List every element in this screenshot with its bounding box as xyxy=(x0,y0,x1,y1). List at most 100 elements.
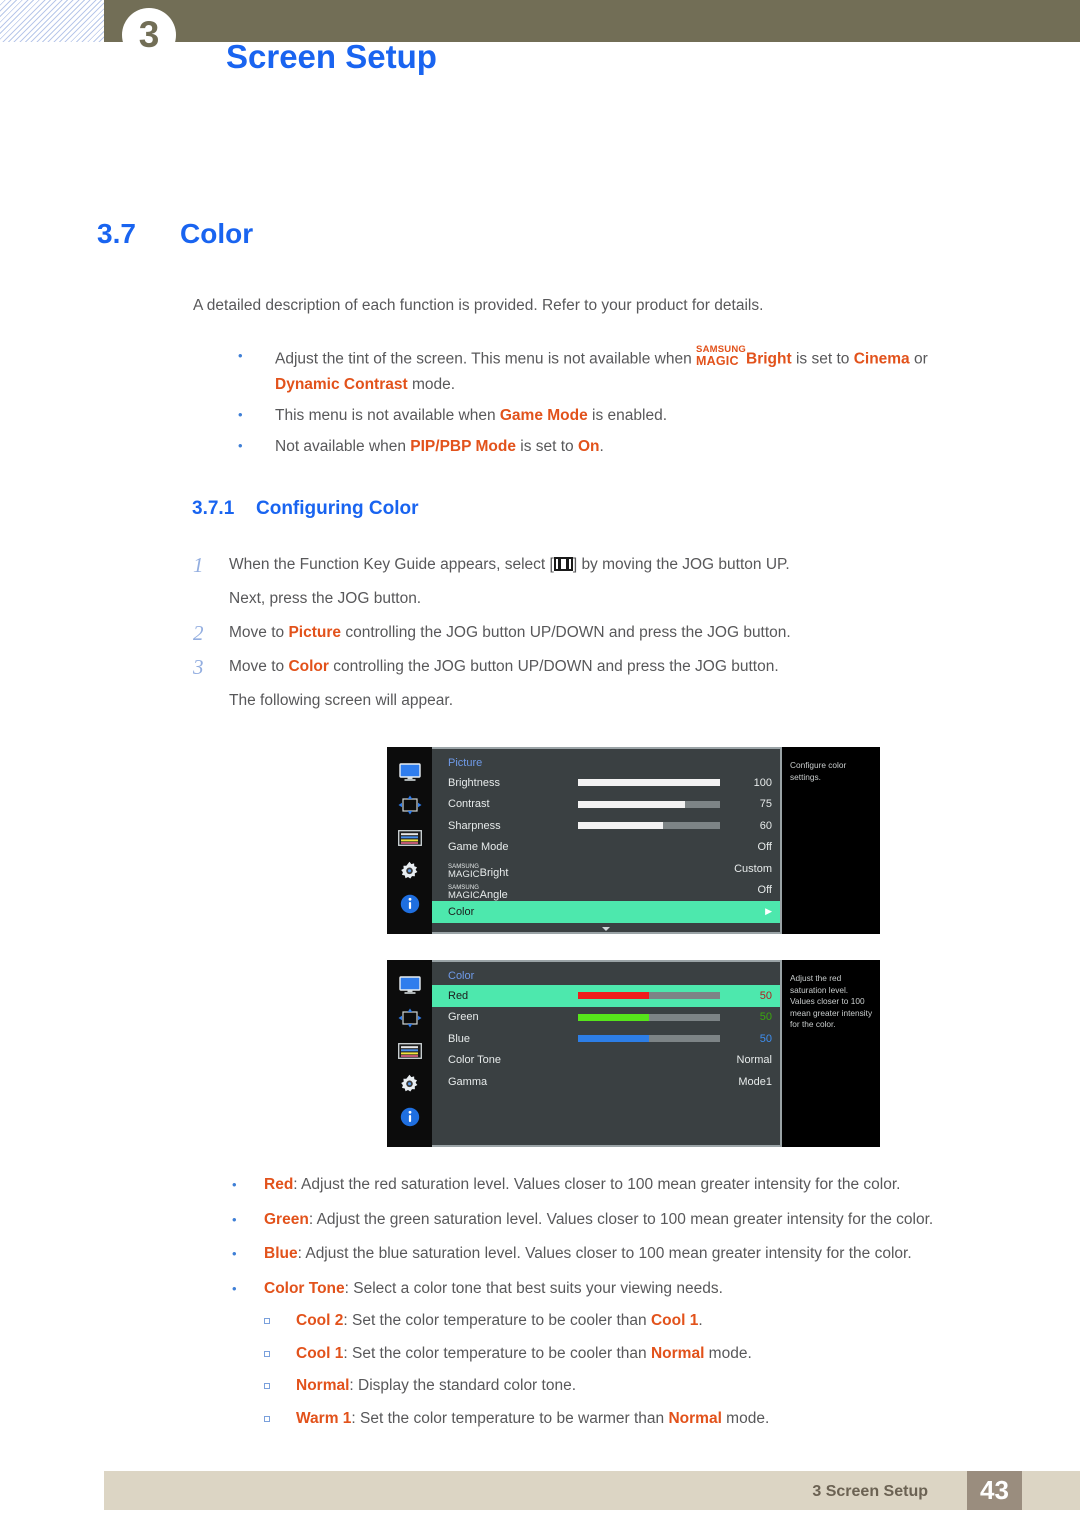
step-number: 1 xyxy=(193,553,204,577)
osd-row-label: Contrast xyxy=(448,798,490,811)
footer-band xyxy=(104,1471,1080,1510)
option-text: : Set the color temperature to be cooler… xyxy=(343,1312,651,1329)
note-text: is set to xyxy=(791,350,854,368)
osd-row-value: 100 xyxy=(753,776,772,789)
chapter-number-badge: 3 xyxy=(122,8,176,62)
osd-panel-title: Color xyxy=(448,970,475,982)
osd-row-slider[interactable] xyxy=(578,779,720,787)
option-text: : Display the standard color tone. xyxy=(349,1377,577,1394)
osd-row-label: Green xyxy=(448,1011,479,1024)
osd-row-magicangle[interactable]: SAMSUNG MAGIC Angle Off xyxy=(432,880,780,902)
note-highlight: On xyxy=(577,437,600,455)
osd-row-value: Off xyxy=(757,884,772,897)
note-text: mode. xyxy=(407,375,456,393)
osd-row-blue[interactable]: Blue 50 xyxy=(432,1028,780,1050)
note-highlight: Cinema xyxy=(853,350,910,368)
step-highlight: Color xyxy=(288,658,329,675)
note-text: or xyxy=(909,350,928,368)
osd-row-value: 50 xyxy=(759,1011,772,1024)
osd-row-label: Red xyxy=(448,989,469,1002)
color-bars-icon[interactable] xyxy=(395,1038,425,1064)
osd-row-slider[interactable] xyxy=(578,992,720,1000)
description-term: Color Tone xyxy=(264,1279,345,1297)
step-number: 3 xyxy=(193,655,204,679)
color-tone-option-cool1: Cool 1: Set the color temperature to be … xyxy=(262,1338,1022,1371)
info-icon[interactable] xyxy=(395,1104,425,1130)
subsection-number: 3.7.1 xyxy=(192,498,235,519)
pip-arrows-icon[interactable] xyxy=(395,1005,425,1031)
step-text: Move to xyxy=(229,624,289,641)
monitor-icon[interactable] xyxy=(395,972,425,998)
osd-row-green[interactable]: Green 50 xyxy=(432,1007,780,1029)
osd-row-value: 50 xyxy=(759,1032,772,1045)
description-text: : Adjust the red saturation level. Value… xyxy=(293,1176,901,1193)
info-icon[interactable] xyxy=(395,891,425,917)
osd-row-game-mode[interactable]: Game Mode Off xyxy=(432,837,780,859)
section-heading: 3.7 Color xyxy=(97,218,253,250)
osd-description-panel: Adjust the red saturation level. Values … xyxy=(782,960,880,1147)
slider-fill xyxy=(578,1013,649,1021)
osd-row-label: Color xyxy=(448,905,475,918)
option-term: Normal xyxy=(296,1377,350,1394)
osd-row-value: Off xyxy=(757,841,772,854)
note-text: Not available when xyxy=(275,437,411,455)
step-item-2: 2 Move to Picture controlling the JOG but… xyxy=(193,616,993,650)
color-tone-option-cool2: Cool 2: Set the color temperature to be … xyxy=(262,1305,1022,1338)
description-text: : Select a color tone that best suits yo… xyxy=(344,1279,723,1297)
option-ref: Normal xyxy=(668,1409,722,1427)
step-text: controlling the JOG button UP/DOWN and p… xyxy=(341,624,791,641)
osd-row-slider[interactable] xyxy=(578,1035,720,1043)
slider-fill xyxy=(578,779,720,787)
osd-row-label: Brightness xyxy=(448,776,500,789)
osd-row-color-selected[interactable]: Color ▶ xyxy=(432,901,780,923)
slider-fill xyxy=(578,800,685,808)
osd-row-value: 75 xyxy=(759,798,772,811)
slider-track xyxy=(578,992,720,1000)
osd-row-sharpness[interactable]: Sharpness 60 xyxy=(432,815,780,837)
osd-row-value: 60 xyxy=(759,819,772,832)
description-item-color-tone: Color Tone: Select a color tone that bes… xyxy=(232,1272,1032,1307)
note-item: Adjust the tint of the screen. This menu… xyxy=(232,343,992,397)
osd-picture-menu: Picture Brightness 100 Contrast 75 Sharp… xyxy=(387,747,880,934)
osd-row-gamma[interactable]: Gamma Mode1 xyxy=(432,1071,780,1093)
section-number: 3.7 xyxy=(97,218,136,249)
step-text: ] by moving the JOG button UP. xyxy=(572,556,790,573)
monitor-icon[interactable] xyxy=(395,759,425,785)
osd-row-magicbright[interactable]: SAMSUNG MAGIC Bright Custom xyxy=(432,858,780,880)
pip-arrows-icon[interactable] xyxy=(395,792,425,818)
footer-page-number: 43 xyxy=(967,1471,1022,1510)
gear-icon[interactable] xyxy=(395,858,425,884)
option-text: . xyxy=(698,1312,703,1329)
osd-sidebar xyxy=(387,747,432,934)
samsung-magic-logo: SAMSUNG MAGIC Angle xyxy=(448,885,508,901)
gear-icon[interactable] xyxy=(395,1071,425,1097)
osd-panel-title: Picture xyxy=(448,757,483,769)
description-item-green: Green: Adjust the green saturation level… xyxy=(232,1203,1032,1238)
step-text: controlling the JOG button UP/DOWN and p… xyxy=(328,658,779,675)
osd-row-color-tone[interactable]: Color Tone Normal xyxy=(432,1050,780,1072)
slider-track xyxy=(578,1013,720,1021)
slider-track xyxy=(578,779,720,787)
description-item-red: Red: Adjust the red saturation level. Va… xyxy=(232,1168,1032,1203)
note-item: Not available when PIP/PBP Mode is set t… xyxy=(232,433,992,459)
samsung-magic-logo: SAMSUNG MAGIC xyxy=(696,344,747,368)
step-item-3-continued: The following screen will appear. xyxy=(193,684,993,718)
osd-description-panel: Configure color settings. xyxy=(782,747,880,934)
osd-row-brightness[interactable]: Brightness 100 xyxy=(432,772,780,794)
color-bars-icon[interactable] xyxy=(395,825,425,851)
osd-row-slider[interactable] xyxy=(578,800,720,808)
osd-row-slider[interactable] xyxy=(578,1013,720,1021)
osd-row-red-selected[interactable]: Red 50 xyxy=(432,985,780,1007)
osd-row-label: Game Mode xyxy=(448,841,509,854)
osd-row-contrast[interactable]: Contrast 75 xyxy=(432,794,780,816)
option-ref: Cool 1 xyxy=(650,1312,699,1329)
step-text: Move to xyxy=(229,658,289,675)
note-highlight: PIP/PBP Mode xyxy=(410,437,516,455)
color-tone-options-list: Cool 2: Set the color temperature to be … xyxy=(262,1305,1022,1435)
step-text: The following screen will appear. xyxy=(229,692,454,709)
note-text: This menu is not available when xyxy=(275,406,500,424)
option-text: mode. xyxy=(721,1409,770,1427)
note-item: This menu is not available when Game Mod… xyxy=(232,402,992,428)
osd-row-slider[interactable] xyxy=(578,822,720,830)
osd-color-menu: Color Red 50 Green 50 Blue 50 Color Tone… xyxy=(387,960,880,1147)
